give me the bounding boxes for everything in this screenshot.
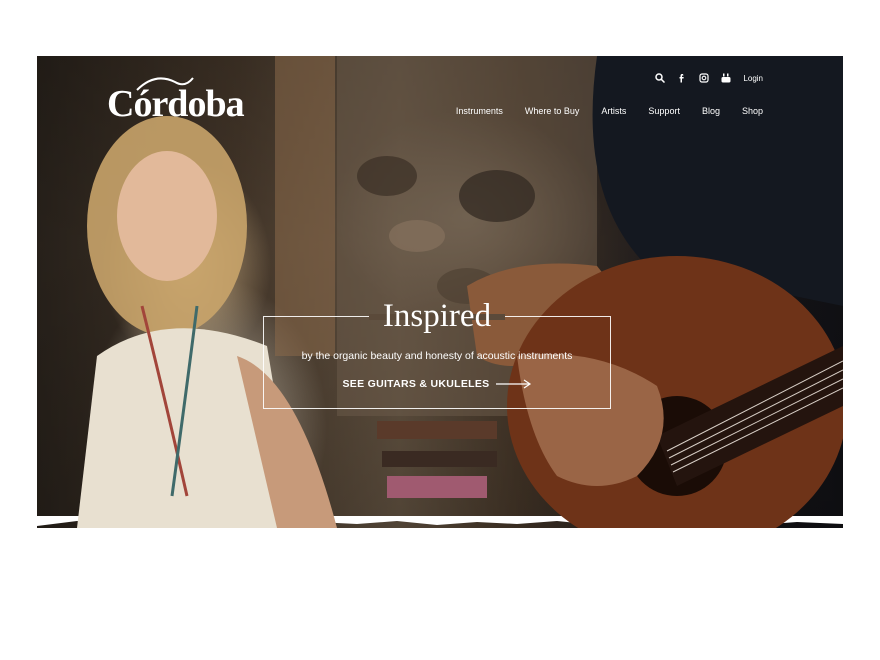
nav-item-blog[interactable]: Blog (702, 106, 720, 116)
hero-photo (77, 56, 843, 528)
main-nav: Instruments Where to Buy Artists Support… (456, 106, 763, 116)
nav-item-support[interactable]: Support (648, 106, 680, 116)
promo-title: Inspired (382, 298, 492, 334)
promo-subtitle: by the organic beauty and honesty of aco… (301, 350, 573, 362)
facebook-icon[interactable] (677, 73, 687, 83)
youtube-icon[interactable] (721, 73, 731, 83)
see-guitars-link[interactable]: SEE GUITARS & UKULELES (264, 378, 610, 390)
cta-label: SEE GUITARS & UKULELES (342, 378, 490, 390)
hero-banner: Córdoba Login Instruments Where to Buy A… (37, 56, 843, 528)
promo-box: Inspired by the organic beauty and hones… (263, 298, 611, 409)
instagram-icon[interactable] (699, 73, 710, 83)
utility-bar: Login (655, 73, 763, 83)
nav-item-artists[interactable]: Artists (601, 106, 626, 116)
search-icon[interactable] (655, 73, 666, 83)
nav-item-instruments[interactable]: Instruments (456, 106, 503, 116)
logo-swash-icon (136, 77, 194, 91)
nav-item-where-to-buy[interactable]: Where to Buy (525, 106, 580, 116)
arrow-right-icon (495, 379, 531, 389)
login-link[interactable]: Login (743, 74, 763, 83)
brand-logo[interactable]: Córdoba (107, 77, 245, 126)
nav-item-shop[interactable]: Shop (742, 106, 763, 116)
